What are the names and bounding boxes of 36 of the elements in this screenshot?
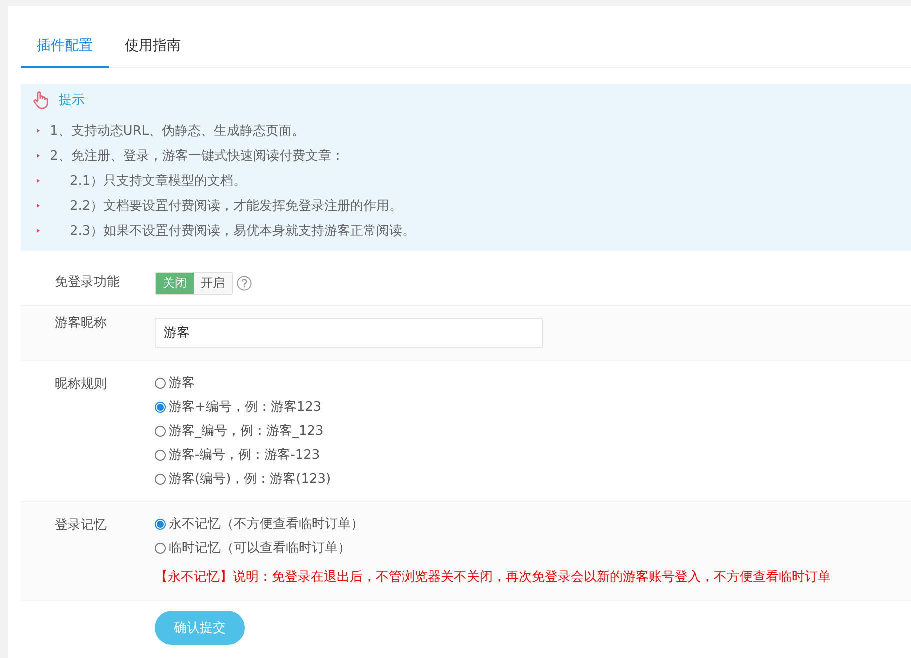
radio-button[interactable] bbox=[155, 378, 166, 388]
tab[interactable]: 插件配置 bbox=[21, 30, 109, 68]
radio-button[interactable] bbox=[155, 542, 166, 554]
radio-label: 游客(编号)，例：游客(123) bbox=[169, 471, 332, 488]
tip-item: 2.3）如果不设置付费阅读，易优本身就支持游客正常阅读。 bbox=[69, 222, 416, 240]
pointing-hand-icon bbox=[31, 90, 51, 110]
help-icon[interactable] bbox=[237, 276, 252, 290]
bullet-icon bbox=[37, 228, 40, 232]
tip-item: 2.1）只支持文章模型的文档。 bbox=[69, 172, 247, 190]
field-label: 游客昵称 bbox=[54, 315, 108, 333]
radio-button[interactable] bbox=[155, 518, 166, 530]
bullet-icon bbox=[37, 154, 40, 158]
field-label: 免登录功能 bbox=[54, 274, 121, 292]
tip-item: 1、支持动态URL、伪静态、生成静态页面。 bbox=[50, 122, 306, 140]
bullet-icon bbox=[37, 178, 40, 182]
bullet-icon bbox=[37, 204, 40, 208]
toggle-option[interactable]: 开启 bbox=[194, 272, 232, 294]
radio-button[interactable] bbox=[155, 402, 166, 412]
tip-item: 2、免注册、登录，游客一键式快速阅读付费文章： bbox=[50, 148, 344, 164]
radio-label: 游客_编号，例：游客_123 bbox=[169, 423, 324, 440]
tab[interactable]: 使用指南 bbox=[109, 30, 197, 68]
radio-button[interactable] bbox=[155, 426, 166, 436]
radio-button[interactable] bbox=[155, 474, 166, 484]
bullet-icon bbox=[37, 128, 40, 132]
note-text: 【永不记忆】说明：免登录在退出后，不管浏览器关不关闭，再次免登录会以新的游客账号登入，不方便查看临时订单 bbox=[155, 569, 832, 586]
nickname-field[interactable]: 游客 bbox=[155, 318, 543, 348]
radio-button[interactable] bbox=[155, 450, 166, 460]
field-label: 昵称规则 bbox=[54, 376, 108, 394]
radio-label: 游客+编号，例：游客123 bbox=[169, 399, 322, 416]
radio-label: 游客 bbox=[169, 375, 195, 392]
radio-label: 永不记忆（不方便查看临时订单） bbox=[169, 516, 364, 533]
tip-item: 2.2）文档要设置付费阅读，才能发挥免登录注册的作用。 bbox=[69, 198, 403, 214]
radio-label: 游客-编号，例：游客-123 bbox=[169, 447, 320, 464]
field-label: 登录记忆 bbox=[54, 517, 108, 535]
tip-title: 提示 bbox=[59, 92, 85, 109]
radio-label: 临时记忆（可以查看临时订单） bbox=[169, 540, 351, 557]
